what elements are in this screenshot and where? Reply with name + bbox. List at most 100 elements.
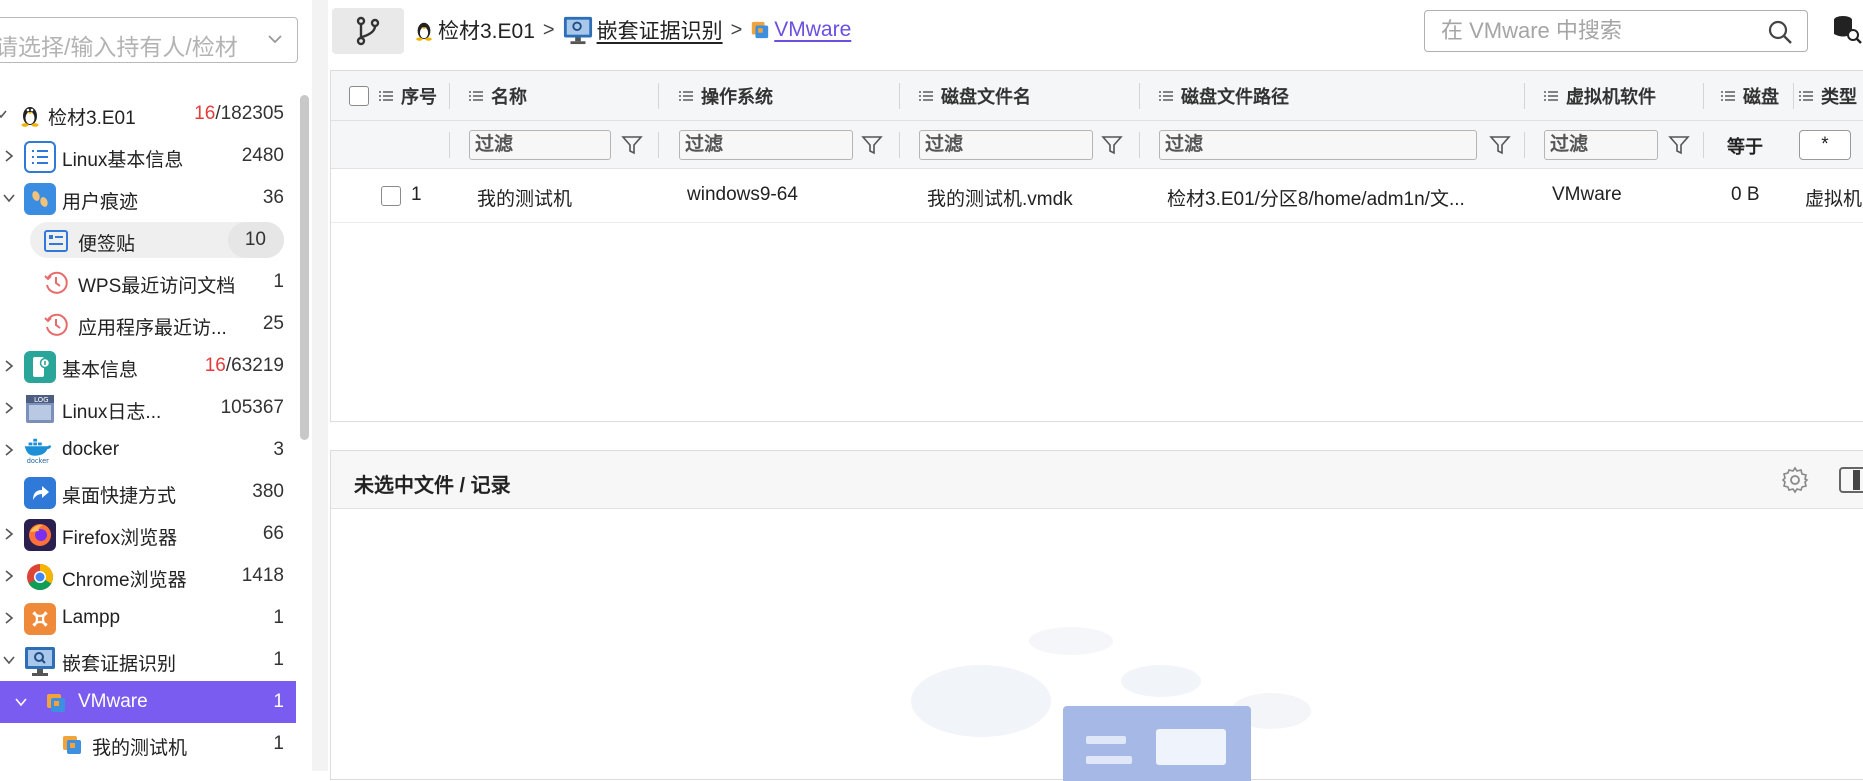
type-filter-input[interactable]: * [1799, 130, 1851, 160]
shortcut-arrow-icon [24, 477, 56, 509]
filter-input[interactable]: 过滤 [919, 130, 1093, 160]
filter-input[interactable]: 过滤 [1544, 130, 1658, 160]
chevron-right-icon[interactable] [2, 149, 16, 163]
tree-item-label: 用户痕迹 [62, 192, 139, 213]
column-header-disk-file[interactable]: 磁盘文件名 [919, 71, 1031, 121]
tree-item-lampp[interactable]: Lampp 1 [0, 597, 296, 639]
svg-text:LOG: LOG [34, 396, 49, 404]
cell-os: windows9-64 [687, 184, 798, 205]
panel-toggle-icon[interactable] [1839, 467, 1863, 493]
search-input[interactable] [1441, 18, 1741, 44]
chevron-down-icon[interactable] [2, 653, 16, 667]
list-icon [1159, 91, 1173, 101]
column-header-label: 操作系统 [701, 87, 773, 107]
top-bar: 检材3.E01 > 嵌套证据识别 > VMware [328, 0, 1863, 58]
tree-item-app-recent[interactable]: 应用程序最近访... 25 [0, 303, 296, 345]
tree-item-docker[interactable]: docker docker 3 [0, 429, 296, 471]
size-filter-operator[interactable]: 等于 [1727, 133, 1763, 159]
tree-item-nested-evidence[interactable]: 嵌套证据识别 1 [0, 639, 296, 681]
tree-item-sticky-notes[interactable]: 便签贴 10 [0, 219, 296, 261]
tree-item-my-test-vm[interactable]: 我的测试机 1 [0, 723, 296, 765]
tree-item-label: Lampp [62, 607, 121, 628]
detail-title: 未选中文件 / 记录 [354, 475, 511, 497]
column-header-type[interactable]: 类型 [1799, 71, 1857, 121]
chevron-right-icon[interactable] [2, 611, 16, 625]
funnel-icon[interactable] [1668, 134, 1690, 156]
breadcrumb-item-nested-evidence[interactable]: 嵌套证据识别 [563, 14, 723, 46]
column-divider[interactable] [1524, 83, 1525, 109]
tree-item-count: 1 [273, 691, 284, 712]
column-header-os[interactable]: 操作系统 [679, 71, 773, 121]
tree-item-count: 1 [273, 733, 284, 754]
chevron-down-icon[interactable] [14, 695, 28, 709]
chevron-down-icon [268, 35, 282, 44]
breadcrumb-item-vmware[interactable]: VMware [750, 18, 851, 42]
chevron-right-icon[interactable] [2, 443, 16, 457]
gear-icon[interactable] [1781, 466, 1809, 494]
column-divider[interactable] [1139, 83, 1140, 109]
chevron-right-icon[interactable] [2, 359, 16, 373]
tree-item-count: 2480 [241, 145, 284, 166]
tree-item-evidence-e01[interactable]: 检材3.E01 16/182305 [0, 93, 296, 135]
tree-item-vmware[interactable]: VMware 1 [0, 681, 296, 723]
cell-disk-size: 0 B [1731, 184, 1760, 205]
list-icon [1721, 91, 1735, 101]
row-checkbox[interactable] [381, 186, 401, 206]
linux-penguin-icon [416, 22, 432, 41]
column-divider[interactable] [1793, 83, 1794, 109]
funnel-icon[interactable] [1489, 134, 1511, 156]
tree-item-label: 嵌套证据识别 [62, 654, 177, 675]
tree-item-chrome[interactable]: Chrome浏览器 1418 [0, 555, 296, 597]
funnel-icon[interactable] [1101, 134, 1123, 156]
list-icon [1799, 91, 1813, 101]
column-header-name[interactable]: 名称 [469, 71, 527, 121]
column-header-disk-path[interactable]: 磁盘文件路径 [1159, 71, 1289, 121]
select-all-checkbox[interactable] [349, 86, 369, 106]
holder-select-placeholder: 请选择/输入持有人/检材 [0, 34, 238, 60]
search-icon[interactable] [1767, 19, 1793, 45]
tree-item-linux-logs[interactable]: LOG Linux日志... 105367 [0, 387, 296, 429]
column-header-vm-software[interactable]: 虚拟机软件 [1544, 71, 1656, 121]
chevron-right-icon[interactable] [2, 569, 16, 583]
column-header-index[interactable]: 序号 [379, 71, 437, 121]
tree-item-linux-basic-info[interactable]: Linux基本信息 2480 [0, 135, 296, 177]
chevron-right-icon[interactable] [2, 527, 16, 541]
column-header-disk-size[interactable]: 磁盘 [1721, 71, 1787, 121]
column-divider[interactable] [449, 83, 450, 109]
cell-vm-software: VMware [1552, 184, 1622, 205]
filter-input[interactable]: 过滤 [679, 130, 853, 160]
column-divider[interactable] [899, 83, 900, 109]
filter-input[interactable]: 过滤 [469, 130, 611, 160]
tree-item-wps-recent[interactable]: WPS最近访问文档 1 [0, 261, 296, 303]
tree-item-count: 1 [273, 649, 284, 670]
tree-item-basic-info[interactable]: 基本信息 16/63219 [0, 345, 296, 387]
holder-select[interactable]: 请选择/输入持有人/检材 [0, 17, 298, 63]
table-header: 序号 名称 操作系统 磁盘文件名 磁盘文件路径 虚拟机软件 磁盘 类型 [331, 71, 1863, 121]
tree-item-count: 66 [262, 523, 284, 544]
chevron-right-icon[interactable] [2, 401, 16, 415]
cell-name: 我的测试机 [477, 189, 573, 210]
sidebar-scrollbar-thumb[interactable] [300, 95, 309, 440]
phone-info-icon [24, 351, 56, 383]
search-box[interactable] [1424, 10, 1808, 52]
branch-button[interactable] [332, 8, 404, 54]
chevron-down-icon[interactable] [0, 107, 8, 121]
column-divider [1139, 132, 1140, 158]
results-table: 序号 名称 操作系统 磁盘文件名 磁盘文件路径 虚拟机软件 磁盘 类型 过滤 过… [330, 70, 1863, 422]
table-row[interactable]: 1 我的测试机 windows9-64 我的测试机.vmdk 检材3.E01/分… [331, 169, 1863, 223]
funnel-icon[interactable] [861, 134, 883, 156]
panel-divider[interactable] [312, 0, 328, 771]
tree-item-desktop-shortcuts[interactable]: 桌面快捷方式 380 [0, 471, 296, 513]
tree-item-user-traces[interactable]: 用户痕迹 36 [0, 177, 296, 219]
funnel-icon[interactable] [621, 134, 643, 156]
list-icon [679, 91, 693, 101]
column-divider[interactable] [658, 83, 659, 109]
column-divider[interactable] [1703, 83, 1704, 109]
chevron-down-icon[interactable] [2, 191, 16, 205]
tree-item-count: 25 [262, 313, 284, 334]
tree-item-firefox[interactable]: Firefox浏览器 66 [0, 513, 296, 555]
breadcrumb-item-evidence[interactable]: 检材3.E01 [414, 15, 535, 45]
tree-item-count: 1418 [241, 565, 284, 586]
filter-input[interactable]: 过滤 [1159, 130, 1477, 160]
database-search-icon[interactable] [1832, 14, 1862, 44]
